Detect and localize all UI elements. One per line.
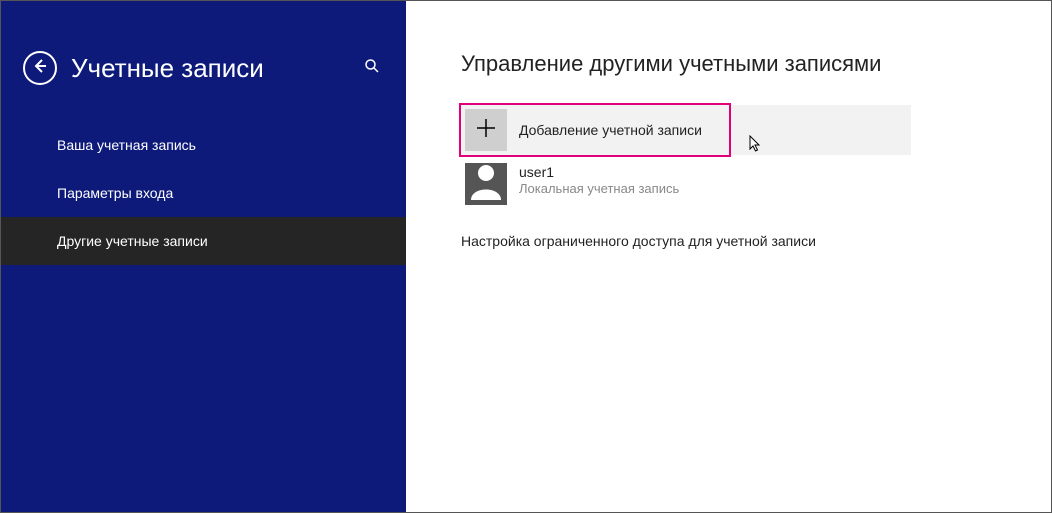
add-account-button[interactable]: Добавление учетной записи xyxy=(461,105,911,155)
arrow-left-icon xyxy=(32,58,48,79)
back-button[interactable] xyxy=(23,51,57,85)
cursor-icon xyxy=(749,135,763,158)
search-icon xyxy=(364,58,380,79)
sidebar-item-label: Параметры входа xyxy=(57,185,173,201)
sidebar-header: Учетные записи xyxy=(1,1,406,115)
sidebar-nav: Ваша учетная запись Параметры входа Друг… xyxy=(1,121,406,265)
page-title: Учетные записи xyxy=(71,53,360,84)
plus-icon xyxy=(476,118,496,143)
account-type: Локальная учетная запись xyxy=(519,181,679,198)
account-info: user1 Локальная учетная запись xyxy=(519,163,679,198)
sidebar-item-other-accounts[interactable]: Другие учетные записи xyxy=(1,217,406,265)
restricted-access-link[interactable]: Настройка ограниченного доступа для учет… xyxy=(461,233,1011,249)
plus-icon-box xyxy=(465,109,507,151)
avatar xyxy=(465,163,507,205)
account-name: user1 xyxy=(519,163,679,181)
add-account-label: Добавление учетной записи xyxy=(519,122,702,138)
main-title: Управление другими учетными записями xyxy=(461,51,1011,77)
person-icon xyxy=(465,163,507,205)
sidebar: Учетные записи Ваша учетная запись Парам… xyxy=(1,1,406,512)
main-panel: Управление другими учетными записями Доб… xyxy=(406,1,1051,512)
sidebar-item-label: Ваша учетная запись xyxy=(57,137,196,153)
sidebar-item-signin-options[interactable]: Параметры входа xyxy=(1,169,406,217)
sidebar-item-your-account[interactable]: Ваша учетная запись xyxy=(1,121,406,169)
sidebar-item-label: Другие учетные записи xyxy=(57,233,208,249)
account-row[interactable]: user1 Локальная учетная запись xyxy=(465,163,1011,205)
search-button[interactable] xyxy=(360,56,384,80)
